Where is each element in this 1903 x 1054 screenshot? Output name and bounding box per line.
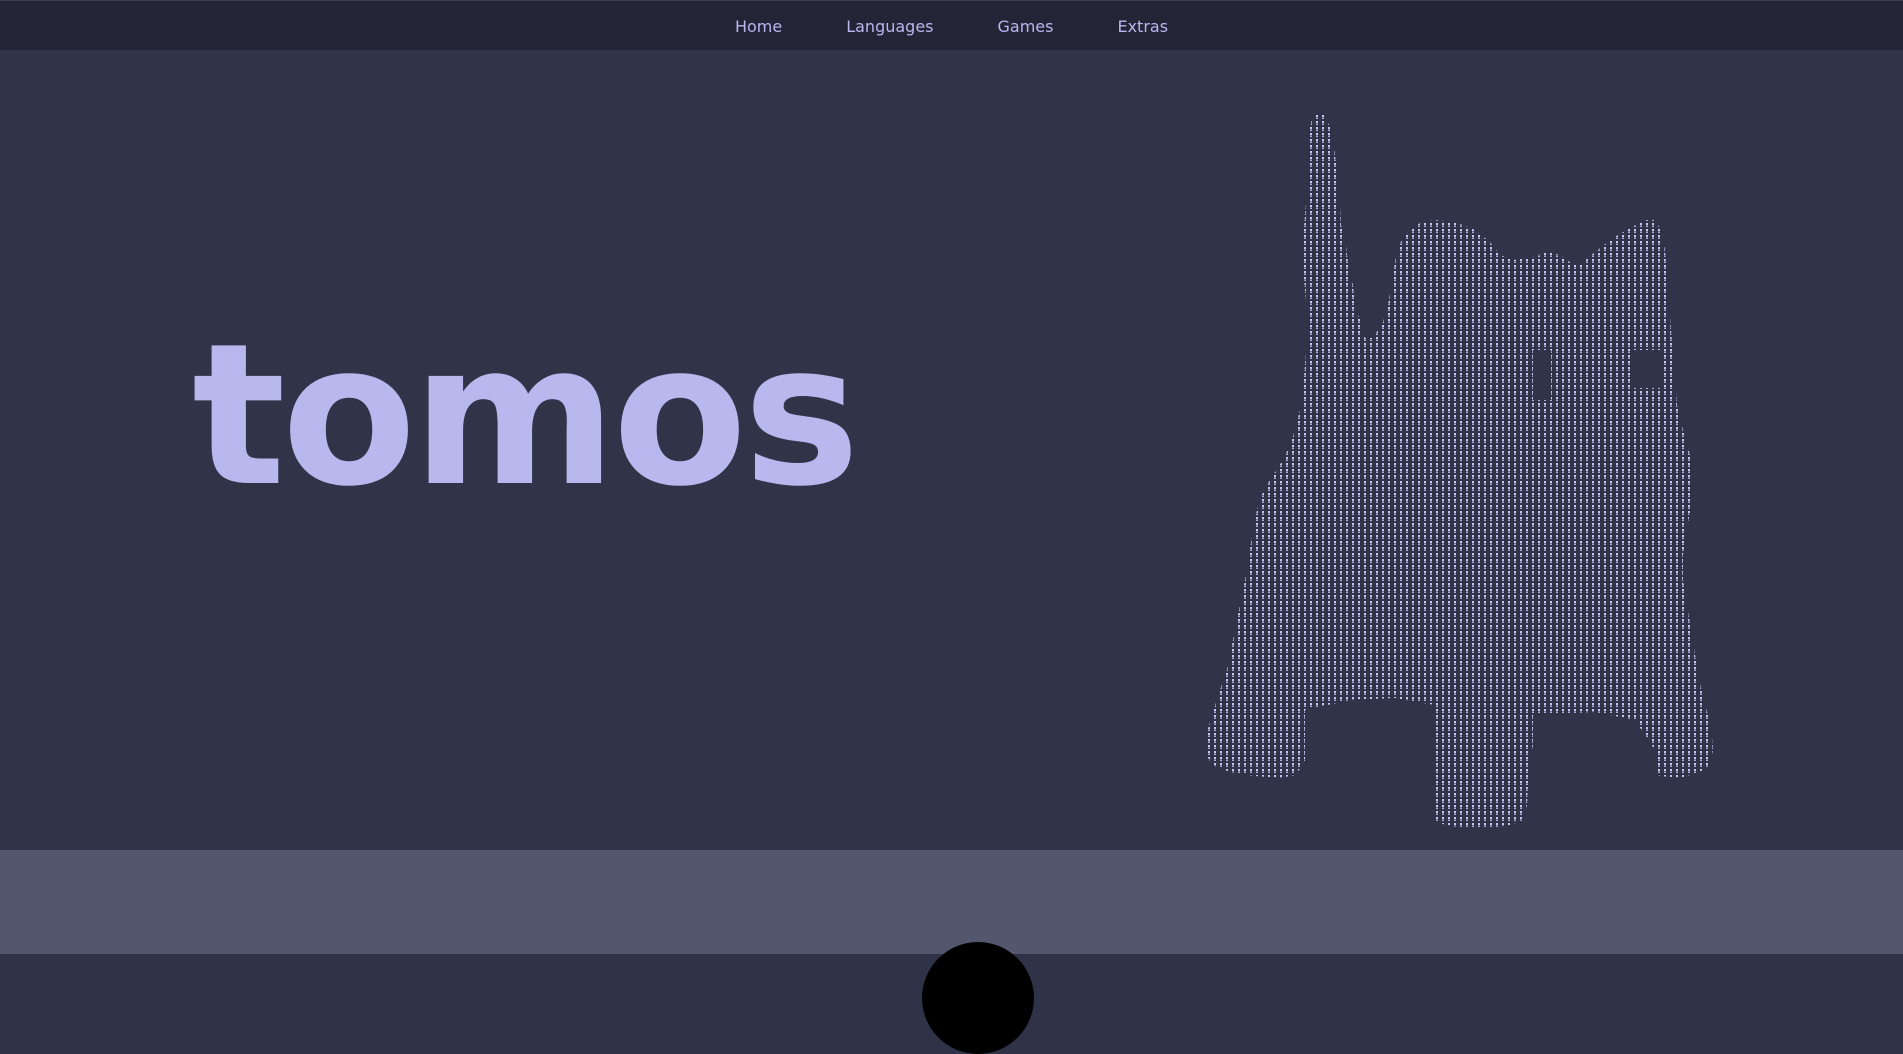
nav-home-link[interactable]: Home: [735, 17, 782, 36]
top-navigation-bar: Home Languages Games Extras: [0, 0, 1903, 50]
hero-section: tomos: [0, 50, 1903, 850]
nav-languages-link[interactable]: Languages: [846, 17, 933, 36]
main-nav: Home Languages Games Extras: [0, 1, 1903, 51]
avatar-circle: [922, 942, 1034, 1054]
ascii-cat-art-icon: [1205, 115, 1713, 850]
lower-section: [0, 850, 1903, 954]
nav-games-link[interactable]: Games: [998, 17, 1054, 36]
nav-extras-link[interactable]: Extras: [1117, 17, 1168, 36]
site-title: tomos: [192, 302, 860, 530]
